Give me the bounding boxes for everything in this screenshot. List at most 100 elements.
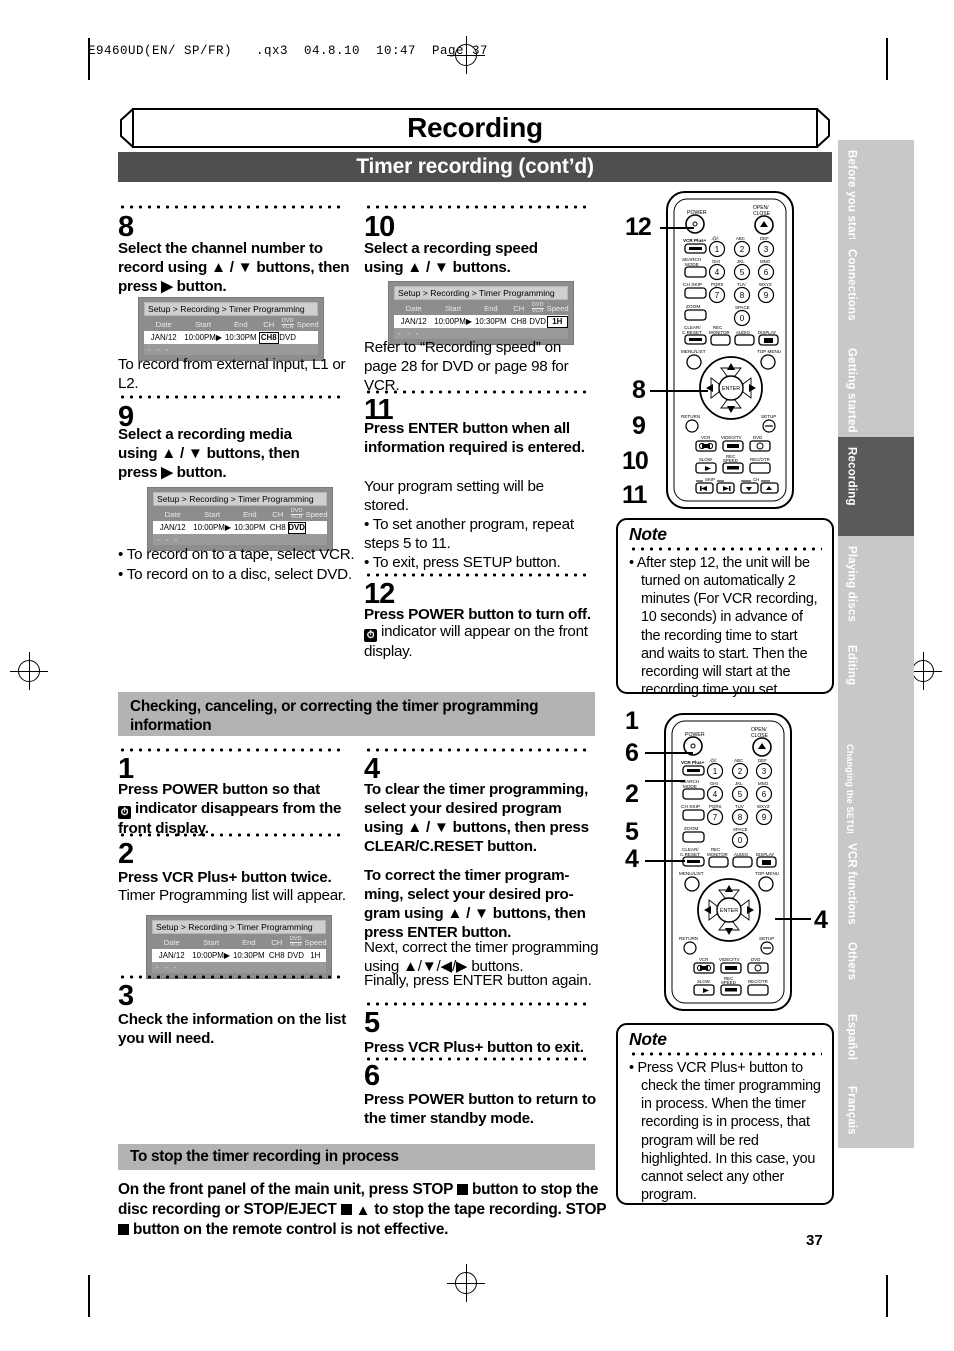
osd-col-ch: CH bbox=[513, 304, 525, 314]
divider-dots bbox=[364, 390, 591, 394]
osd-data-row: JAN/12 10:00PM▶ 10:30PM CH8 DVD bbox=[153, 521, 327, 534]
svg-text:RETURN: RETURN bbox=[679, 936, 698, 941]
osd-table: Date Start End CH DVD VCR Speed JAN/12 10… bbox=[394, 302, 569, 340]
leader-line bbox=[660, 227, 694, 229]
svg-text:REC/OTR: REC/OTR bbox=[748, 979, 768, 984]
svg-text:C.RESET: C.RESET bbox=[682, 330, 702, 335]
svg-text:JKL: JKL bbox=[737, 259, 745, 264]
osd-cell-ch: CH8 bbox=[508, 315, 529, 328]
divider-dots bbox=[364, 1057, 591, 1061]
side-tab-playing-discs[interactable]: Playing discs bbox=[838, 536, 914, 635]
divider-dots bbox=[364, 573, 591, 577]
svg-text:VCR: VCR bbox=[699, 957, 708, 962]
registration-mark-right bbox=[904, 652, 942, 690]
osd-empty-row: - - - bbox=[152, 961, 326, 974]
svg-text:4: 4 bbox=[715, 268, 720, 277]
side-tab-changing-setup-menu[interactable]: Changing the SETUP menu bbox=[838, 734, 914, 865]
svg-text:8: 8 bbox=[740, 291, 745, 300]
callout-2: 2 bbox=[625, 780, 639, 808]
svg-text:MONITOR: MONITOR bbox=[709, 330, 730, 335]
svg-text:RETURN: RETURN bbox=[681, 414, 700, 419]
step-12-note: ⏱ indicator will appear on the front dis… bbox=[364, 623, 588, 660]
svg-text:0: 0 bbox=[740, 314, 745, 323]
osd-empty-row: - - - bbox=[144, 343, 318, 356]
osd-col-ch: CH bbox=[271, 938, 283, 948]
callout-5: 5 bbox=[625, 818, 639, 846]
note-title: Note bbox=[629, 1029, 667, 1049]
leader-line bbox=[645, 860, 685, 862]
osd-cell-ch: CH8 bbox=[267, 521, 288, 534]
crop-mark-left-bottom bbox=[88, 1275, 90, 1317]
svg-text:DVD: DVD bbox=[753, 435, 762, 440]
callout-10: 10 bbox=[622, 447, 649, 475]
svg-text:CH SKIP: CH SKIP bbox=[681, 804, 700, 810]
step-11-bullet-1: • To set another program, repeat bbox=[364, 516, 574, 533]
osd-cell-date: JAN/12 bbox=[144, 331, 184, 344]
svg-text:6: 6 bbox=[762, 790, 767, 799]
registration-mark-left bbox=[10, 652, 48, 690]
svg-text:2: 2 bbox=[738, 767, 743, 776]
step-10-instruction: Select a recording speed using ▲ / ▼ but… bbox=[364, 240, 538, 277]
svg-text:ZOOM: ZOOM bbox=[686, 304, 700, 310]
svg-text:9: 9 bbox=[764, 291, 769, 300]
side-tab-editing[interactable]: Editing bbox=[838, 635, 914, 734]
svg-text:VCR Plus+: VCR Plus+ bbox=[681, 760, 705, 765]
side-tab-espanol[interactable]: Español bbox=[838, 1004, 914, 1076]
side-tab-getting-started[interactable]: Getting started bbox=[838, 338, 914, 437]
osd-cell-speed bbox=[296, 331, 318, 344]
divider-dots bbox=[118, 395, 345, 399]
svg-text:SPACE: SPACE bbox=[735, 305, 750, 310]
svg-text:1: 1 bbox=[713, 767, 718, 776]
note-divider bbox=[629, 546, 822, 551]
svg-text:MNO: MNO bbox=[758, 781, 769, 786]
svg-text:SLOW: SLOW bbox=[699, 457, 713, 462]
note-body: • After step 12, the unit will be turned… bbox=[629, 554, 818, 699]
svg-text:WXYZ: WXYZ bbox=[759, 282, 772, 287]
side-tab-before-you-start[interactable]: Before you start bbox=[838, 140, 914, 241]
osd-cell-start: 10:00PM▶ bbox=[433, 315, 473, 328]
side-tab-recording[interactable]: Recording bbox=[838, 437, 914, 536]
divider-dots bbox=[364, 748, 591, 752]
osd-cell-media: DVD bbox=[278, 331, 297, 344]
svg-text:.@/:: .@/: bbox=[711, 236, 719, 241]
page-title: Recording bbox=[407, 112, 543, 143]
divider-dots bbox=[118, 748, 345, 752]
side-tab-others[interactable]: Others bbox=[838, 932, 914, 1004]
callout-11: 11 bbox=[622, 481, 647, 509]
osd-empty-row: - - - bbox=[153, 533, 327, 546]
osd-table: Date Start End CH DVD VCR Speed JAN/12 10… bbox=[144, 318, 319, 356]
osd-col-dvd-vcr: DVD VCR bbox=[281, 318, 294, 331]
svg-text:SPACE: SPACE bbox=[733, 827, 748, 832]
svg-text:MODE: MODE bbox=[685, 262, 699, 267]
svg-text:1: 1 bbox=[715, 245, 720, 254]
eject-icon: ▲ bbox=[355, 1202, 371, 1220]
check-step-4-note-2: Finally, press ENTER button again. bbox=[364, 972, 592, 989]
osd-table: Date Start End CH DVD VCR Speed JAN/12 10… bbox=[152, 936, 327, 974]
side-tab-francais[interactable]: Français bbox=[838, 1076, 914, 1148]
osd-screen-step-8: Setup > Recording > Timer Programming Da… bbox=[138, 297, 324, 362]
osd-col-date: Date bbox=[155, 320, 172, 330]
svg-text:TOP MENU: TOP MENU bbox=[755, 871, 779, 876]
note-box-1: Note • After step 12, the unit will be t… bbox=[616, 518, 834, 698]
step-number-5: 5 bbox=[364, 1007, 380, 1039]
step-9-bullet-1: • To record on to a tape, select VCR. bbox=[118, 546, 355, 563]
step-9-bullet-2: • To record on to a disc, select DVD. bbox=[118, 566, 352, 583]
osd-col-dvd-vcr: DVD VCR bbox=[531, 302, 544, 315]
svg-text:AUDIO: AUDIO bbox=[736, 330, 750, 335]
svg-text:5: 5 bbox=[740, 268, 745, 277]
svg-text:DISPLAY: DISPLAY bbox=[758, 330, 776, 335]
svg-text:PQRS: PQRS bbox=[711, 282, 724, 287]
stop-timer-instructions: On the front panel of the main unit, pre… bbox=[118, 1181, 606, 1239]
side-tab-vcr-functions[interactable]: VCR functions bbox=[838, 833, 914, 932]
check-step-4-correct-instruction: To correct the timer program-ming, selec… bbox=[364, 867, 586, 942]
leader-line bbox=[650, 390, 708, 392]
svg-text:3: 3 bbox=[762, 767, 767, 776]
divider-dots bbox=[118, 833, 345, 837]
osd-col-start: Start bbox=[445, 304, 462, 314]
svg-text:ABC: ABC bbox=[734, 758, 743, 763]
note-title: Note bbox=[629, 524, 667, 544]
crop-mark-right-bottom bbox=[886, 1275, 888, 1317]
side-tab-connections[interactable]: Connections bbox=[838, 239, 914, 338]
svg-text:ENTER: ENTER bbox=[720, 908, 738, 914]
step-number-2: 2 bbox=[118, 838, 134, 870]
